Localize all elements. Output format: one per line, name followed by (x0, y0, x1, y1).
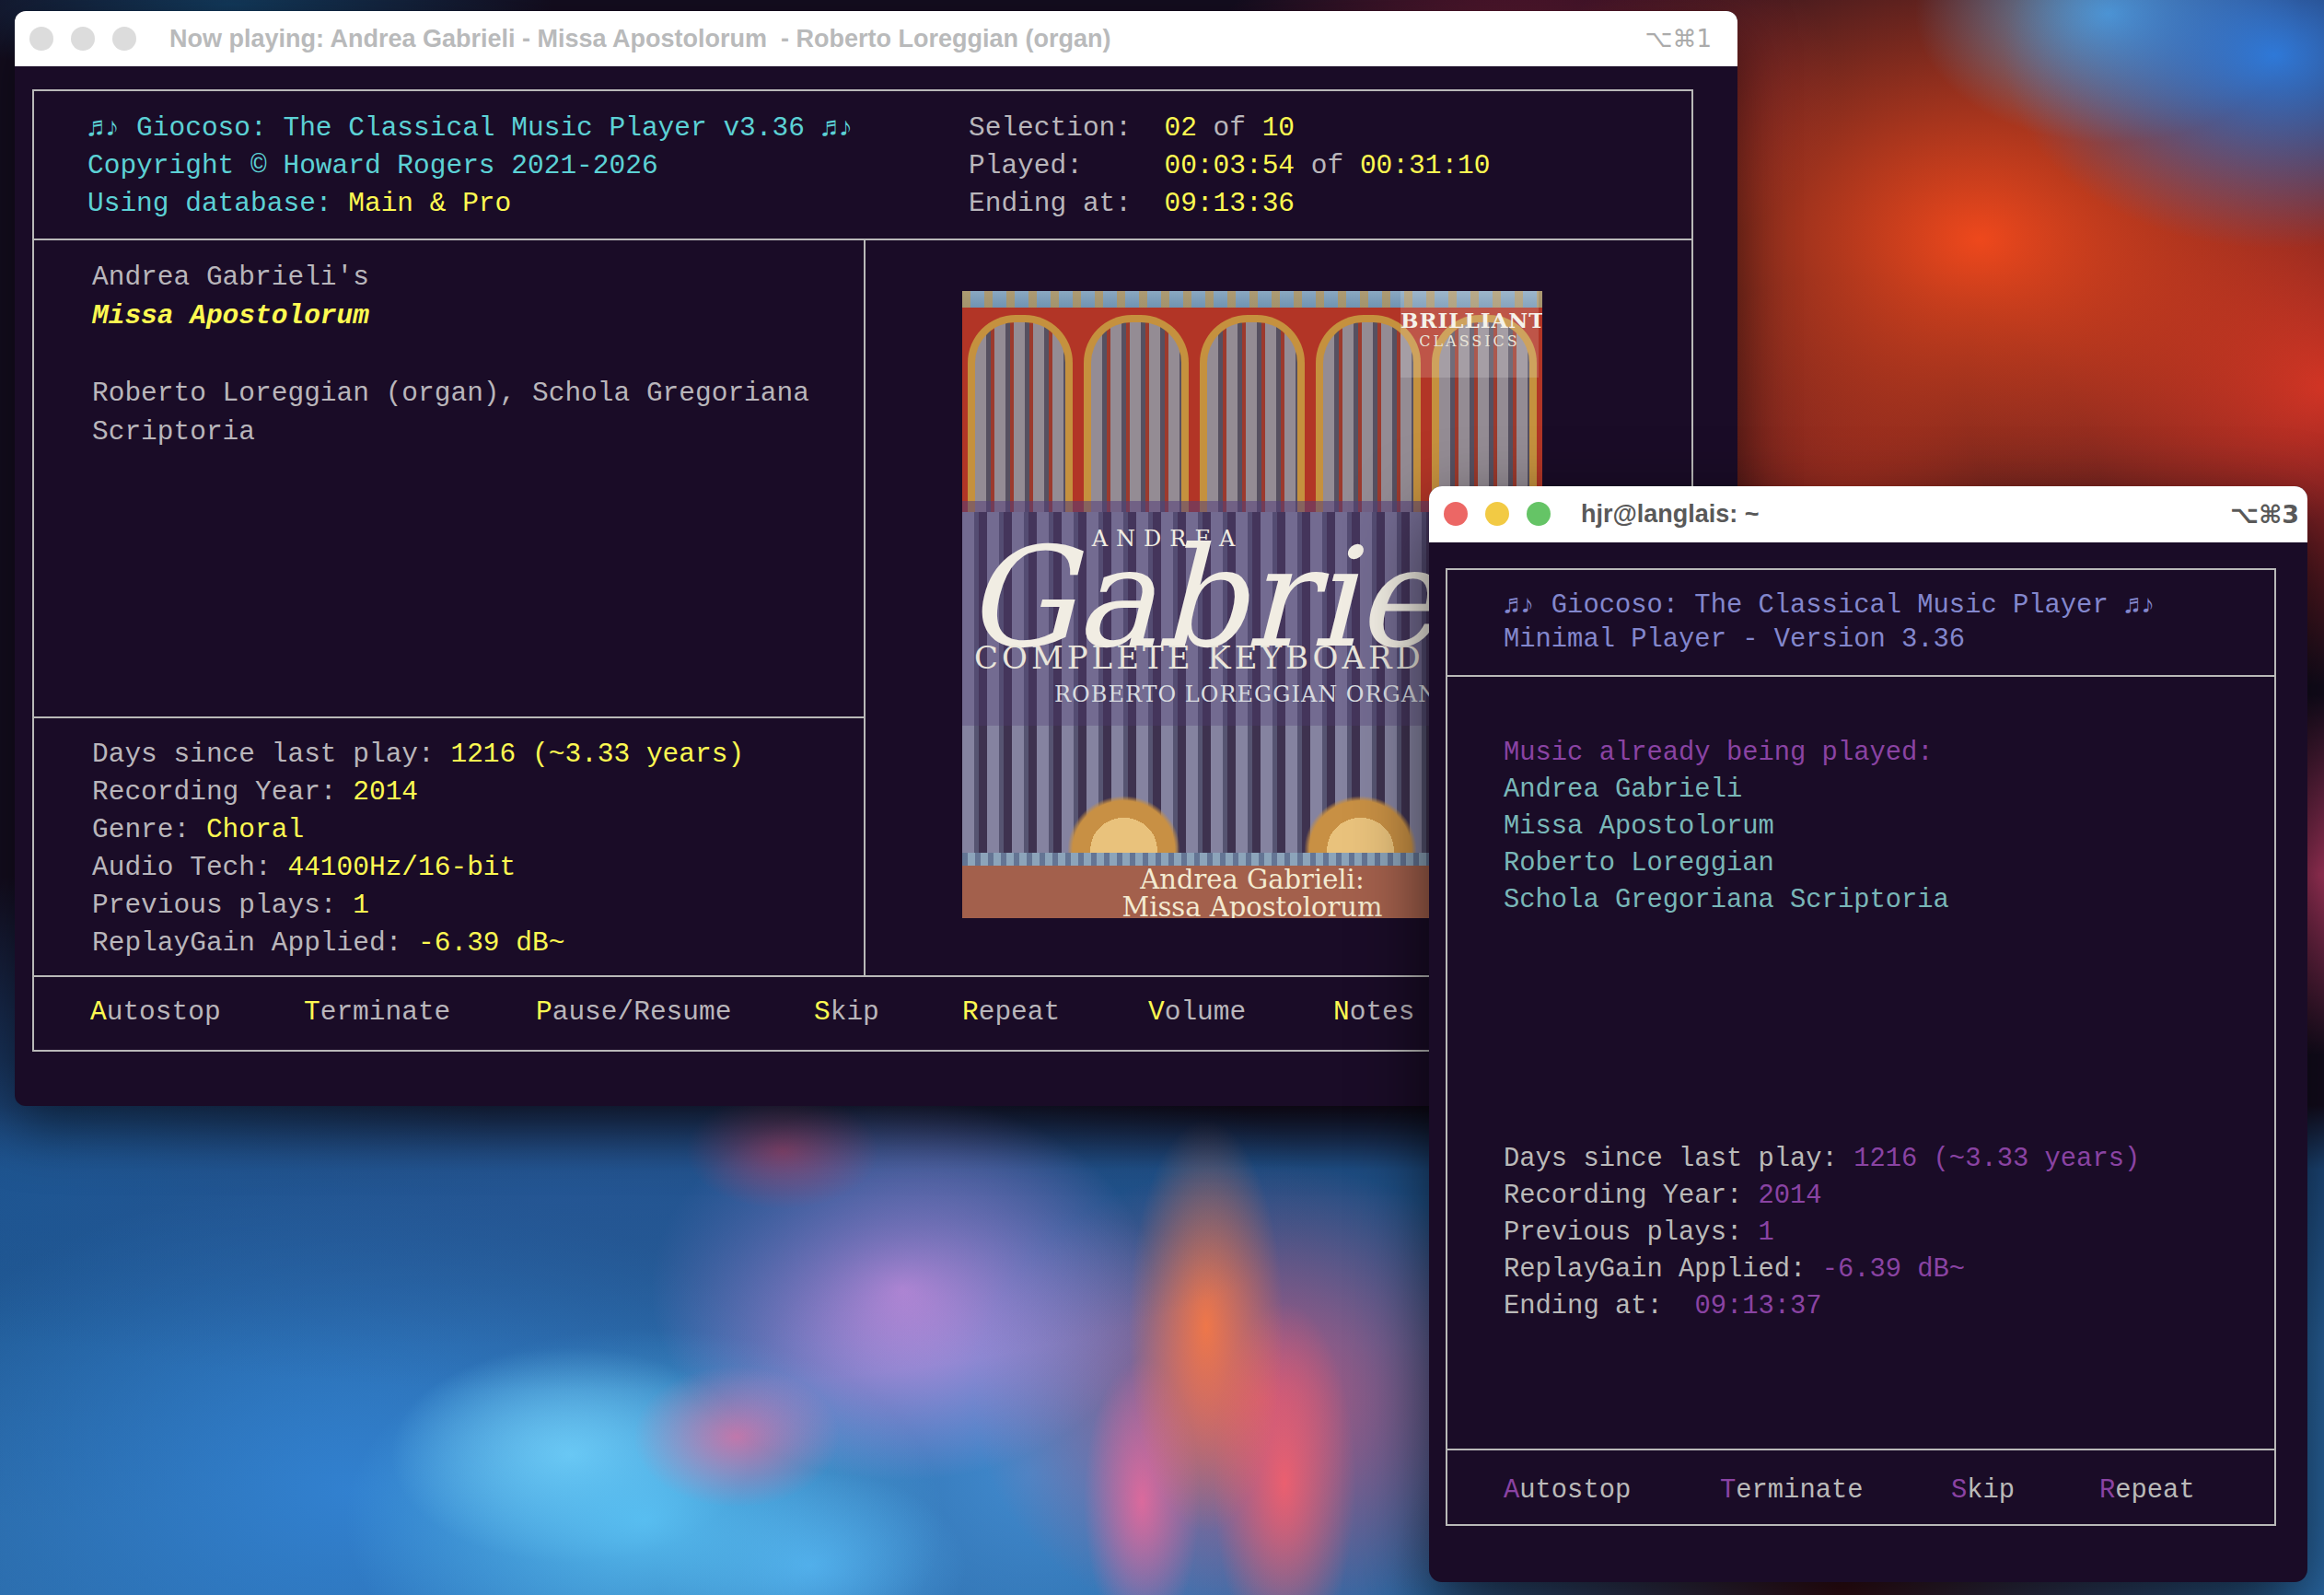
playing-ensemble: Schola Gregoriana Scriptoria (1504, 882, 1949, 919)
app-copyright: Copyright © Howard Rogers 2021-2026 (87, 147, 854, 185)
window-shortcut: ⌥⌘1 (1644, 11, 1712, 66)
stat-year: Recording Year: 2014 (1504, 1178, 2140, 1215)
player-titlebar[interactable]: Now playing: Andrea Gabrieli - Missa Apo… (15, 11, 1737, 66)
menu-autostop[interactable]: Autostop (90, 994, 221, 1031)
minimal-player-window[interactable]: hjr@langlais: ~ ⌥⌘3 ♬♪ Giocoso: The Clas… (1429, 486, 2307, 1582)
menu-repeat[interactable]: Repeat (2099, 1472, 2195, 1509)
close-button[interactable] (29, 27, 53, 51)
traffic-lights (1444, 502, 1551, 526)
brilliant-classics-logo: BRILLIANT CLASSICS (1400, 291, 1539, 378)
database-line: Using database: Main & Pro (87, 185, 854, 223)
window-shortcut: ⌥⌘3 (2230, 486, 2299, 542)
app-version: Minimal Player - Version 3.36 (1504, 623, 2156, 657)
playing-artist: Roberto Loreggian (1504, 845, 1949, 882)
work-title: Missa Apostolorum (92, 297, 809, 335)
zoom-button[interactable] (112, 27, 136, 51)
ending-line: Ending at: 09:13:36 (969, 185, 1491, 223)
playing-work: Missa Apostolorum (1504, 809, 1949, 845)
playing-composer: Andrea Gabrieli (1504, 772, 1949, 809)
menu-notes[interactable]: Notes (1333, 994, 1415, 1031)
database-value: Main & Pro (348, 188, 511, 219)
composer-line: Andrea Gabrieli's (92, 258, 809, 297)
app-banner: ♬♪ Giocoso: The Classical Music Player ♬… (1504, 588, 2156, 657)
menu-repeat[interactable]: Repeat (962, 994, 1060, 1031)
minimize-button[interactable] (71, 27, 95, 51)
played-line: Played: 00:03:54 of 00:31:10 (969, 147, 1491, 185)
terminal-titlebar[interactable]: hjr@langlais: ~ ⌥⌘3 (1429, 486, 2307, 542)
app-title: ♬♪ Giocoso: The Classical Music Player v… (87, 110, 854, 147)
header-separator (1447, 675, 2274, 677)
zoom-button[interactable] (1527, 502, 1551, 526)
track-stats: Days since last play: 1216 (~3.33 years)… (92, 736, 744, 962)
stat-year: Recording Year: 2014 (92, 774, 744, 811)
app-banner: ♬♪ Giocoso: The Classical Music Player v… (87, 110, 854, 223)
menu-pause-resume[interactable]: Pause/Resume (536, 994, 731, 1031)
window-title: hjr@langlais: ~ (1581, 486, 1760, 542)
session-status: Selection: 02 of 10 Played: 00:03:54 of … (969, 110, 1491, 223)
minimize-button[interactable] (1485, 502, 1509, 526)
menu-terminate[interactable]: Terminate (1720, 1472, 1864, 1509)
tui-frame: ♬♪ Giocoso: The Classical Music Player ♬… (1446, 568, 2276, 1526)
window-title: Now playing: Andrea Gabrieli - Missa Apo… (169, 11, 1111, 66)
panel-divider (864, 239, 866, 977)
app-title: ♬♪ Giocoso: The Classical Music Player ♬… (1504, 588, 2156, 623)
stat-gain: ReplayGain Applied: -6.39 dB~ (92, 925, 744, 962)
stat-plays: Previous plays: 1 (92, 887, 744, 925)
gold-ornament (1062, 790, 1186, 856)
minimal-terminal: ♬♪ Giocoso: The Classical Music Player ♬… (1429, 542, 2307, 1582)
selection-line: Selection: 02 of 10 (969, 110, 1491, 147)
close-button[interactable] (1444, 502, 1468, 526)
performers-line1: Roberto Loreggian (organ), Schola Gregor… (92, 374, 809, 413)
header-separator (34, 239, 1691, 240)
stat-audio: Audio Tech: 44100Hz/16-bit (92, 849, 744, 887)
gold-ornament (1298, 790, 1423, 856)
track-stats: Days since last play: 1216 (~3.33 years)… (1504, 1141, 2140, 1325)
menu-volume[interactable]: Volume (1148, 994, 1246, 1031)
menu-skip[interactable]: Skip (1951, 1472, 2015, 1509)
stat-days: Days since last play: 1216 (~3.33 years) (1504, 1141, 2140, 1178)
stat-plays: Previous plays: 1 (1504, 1215, 2140, 1252)
now-playing-panel: Andrea Gabrieli's Missa Apostolorum Robe… (92, 258, 809, 451)
menu-terminate[interactable]: Terminate (304, 994, 450, 1031)
traffic-lights (29, 27, 136, 51)
already-playing-panel: Music already being played: Andrea Gabri… (1504, 735, 1949, 919)
performers-line2: Scriptoria (92, 413, 809, 451)
already-playing-header: Music already being played: (1504, 735, 1949, 772)
menu-separator (1447, 1449, 2274, 1450)
stats-separator (34, 716, 866, 718)
stat-days: Days since last play: 1216 (~3.33 years) (92, 736, 744, 774)
stat-genre: Genre: Choral (92, 811, 744, 849)
menu-autostop[interactable]: Autostop (1504, 1472, 1631, 1509)
stat-gain: ReplayGain Applied: -6.39 dB~ (1504, 1252, 2140, 1288)
stat-ending: Ending at: 09:13:37 (1504, 1288, 2140, 1325)
menu-skip[interactable]: Skip (814, 994, 879, 1031)
